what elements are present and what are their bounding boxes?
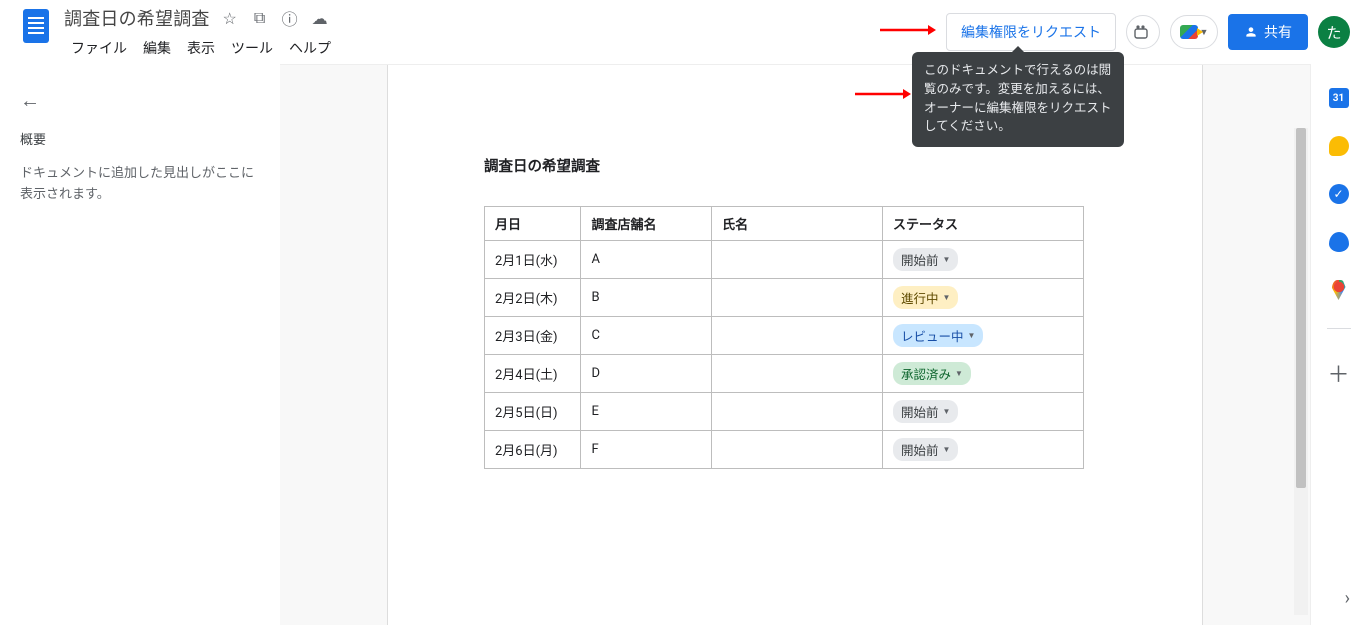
cell-store: B (581, 279, 712, 317)
menu-bar: ファイル 編集 表示 ツール ヘルプ (64, 34, 946, 62)
cell-date: 2月1日(水) (485, 241, 581, 279)
cell-store: C (581, 317, 712, 355)
cell-date: 2月3日(金) (485, 317, 581, 355)
cell-date: 2月5日(日) (485, 393, 581, 431)
meet-button[interactable]: ▼ (1170, 15, 1218, 49)
status-chip[interactable]: レビュー中 ▼ (893, 324, 983, 347)
request-edit-tooltip: このドキュメントで行えるのは閲覧のみです。変更を加えるには、オーナーに編集権限を… (912, 52, 1124, 147)
account-avatar[interactable]: た (1318, 16, 1350, 48)
chevron-down-icon: ▼ (942, 255, 950, 264)
cell-name (712, 431, 883, 469)
cell-store: D (581, 355, 712, 393)
status-chip[interactable]: 開始前 ▼ (893, 248, 958, 271)
annotation-arrow-2 (855, 86, 911, 102)
cell-status: 開始前 ▼ (882, 393, 1083, 431)
star-icon[interactable]: ☆ (220, 8, 240, 28)
chevron-down-icon: ▼ (967, 331, 975, 340)
share-label: 共有 (1264, 22, 1292, 42)
side-panel: ＋ (1310, 64, 1366, 625)
chevron-down-icon: ▼ (942, 445, 950, 454)
cell-name (712, 241, 883, 279)
calendar-icon[interactable] (1329, 88, 1349, 108)
maps-icon[interactable] (1332, 280, 1346, 300)
cell-date: 2月2日(木) (485, 279, 581, 317)
expand-side-panel-icon[interactable]: › (1345, 588, 1350, 609)
keep-icon[interactable] (1329, 136, 1349, 156)
cell-store: A (581, 241, 712, 279)
add-addon-icon[interactable]: ＋ (1327, 357, 1349, 389)
status-chip[interactable]: 開始前 ▼ (893, 438, 958, 461)
chevron-down-icon: ▼ (955, 369, 963, 378)
cell-status: 開始前 ▼ (882, 431, 1083, 469)
chat-icon[interactable] (1126, 15, 1160, 49)
cell-name (712, 355, 883, 393)
meet-icon (1180, 25, 1198, 39)
outline-panel: ← 概要 ドキュメントに追加した見出しがここに表示されます。 (0, 64, 280, 625)
cell-name (712, 279, 883, 317)
col-date: 月日 (485, 207, 581, 241)
annotation-arrow-1 (880, 22, 936, 38)
table-header-row: 月日 調査店舗名 氏名 ステータス (485, 207, 1084, 241)
menu-file[interactable]: ファイル (64, 34, 134, 62)
cell-store: E (581, 393, 712, 431)
document-title[interactable]: 調査日の希望調査 (64, 5, 210, 31)
menu-tools[interactable]: ツール (224, 34, 280, 62)
table-row: 2月2日(木)B 進行中 ▼ (485, 279, 1084, 317)
menu-help[interactable]: ヘルプ (282, 34, 338, 62)
menu-view[interactable]: 表示 (180, 34, 222, 62)
table-row: 2月6日(月)F 開始前 ▼ (485, 431, 1084, 469)
chevron-down-icon: ▼ (942, 293, 950, 302)
col-name: 氏名 (712, 207, 883, 241)
outline-hint: ドキュメントに追加した見出しがここに表示されます。 (20, 164, 260, 206)
document-heading: 調査日の希望調査 (484, 155, 1106, 176)
cell-status: レビュー中 ▼ (882, 317, 1083, 355)
status-chip[interactable]: 開始前 ▼ (893, 400, 958, 423)
cell-name (712, 317, 883, 355)
vertical-scrollbar[interactable] (1294, 128, 1308, 615)
document-canvas[interactable]: 調査日の希望調査 月日 調査店舗名 氏名 ステータス 2月1日(水)A 開始前 ▼… (280, 64, 1310, 625)
share-button[interactable]: 共有 (1228, 14, 1308, 50)
info-icon[interactable]: ⓘ (280, 8, 300, 28)
document-page: 調査日の希望調査 月日 調査店舗名 氏名 ステータス 2月1日(水)A 開始前 ▼… (387, 65, 1203, 625)
cell-date: 2月6日(月) (485, 431, 581, 469)
outline-title: 概要 (20, 129, 260, 148)
cell-name (712, 393, 883, 431)
side-panel-divider (1327, 328, 1351, 329)
chevron-down-icon: ▼ (942, 407, 950, 416)
col-status: ステータス (882, 207, 1083, 241)
cell-status: 承認済み ▼ (882, 355, 1083, 393)
status-chip[interactable]: 進行中 ▼ (893, 286, 958, 309)
table-row: 2月4日(土)D 承認済み ▼ (485, 355, 1084, 393)
status-chip[interactable]: 承認済み ▼ (893, 362, 971, 385)
request-edit-button[interactable]: 編集権限をリクエスト (946, 13, 1116, 51)
contacts-icon[interactable] (1329, 232, 1349, 252)
docs-logo[interactable] (16, 6, 56, 46)
cloud-icon[interactable]: ☁ (310, 8, 330, 28)
tasks-icon[interactable] (1329, 184, 1349, 204)
back-arrow-icon[interactable]: ← (20, 88, 260, 113)
menu-edit[interactable]: 編集 (136, 34, 178, 62)
schedule-table: 月日 調査店舗名 氏名 ステータス 2月1日(水)A 開始前 ▼ 2月2日(木)B 進… (484, 206, 1084, 469)
table-row: 2月5日(日)E 開始前 ▼ (485, 393, 1084, 431)
cell-date: 2月4日(土) (485, 355, 581, 393)
table-row: 2月3日(金)C レビュー中 ▼ (485, 317, 1084, 355)
person-icon (1244, 25, 1258, 39)
col-store: 調査店舗名 (581, 207, 712, 241)
cell-store: F (581, 431, 712, 469)
app-header: 調査日の希望調査 ☆ ⧉ ⓘ ☁ ファイル 編集 表示 ツール ヘルプ 編集権限… (0, 0, 1366, 64)
table-row: 2月1日(水)A 開始前 ▼ (485, 241, 1084, 279)
cell-status: 進行中 ▼ (882, 279, 1083, 317)
scrollbar-thumb[interactable] (1296, 128, 1306, 488)
cell-status: 開始前 ▼ (882, 241, 1083, 279)
move-icon[interactable]: ⧉ (250, 8, 270, 28)
